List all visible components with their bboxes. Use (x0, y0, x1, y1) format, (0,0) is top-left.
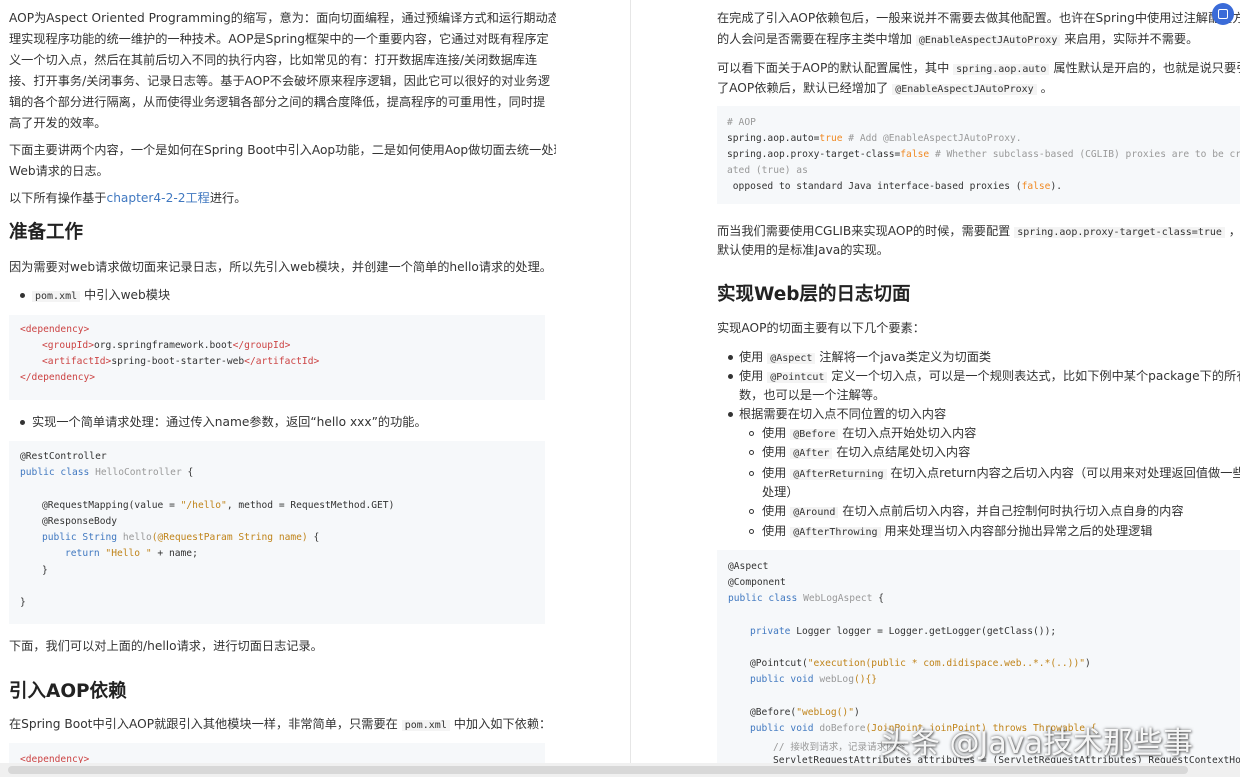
bullet-dot (728, 355, 733, 360)
sub-bullet-afterreturning-line2: 处理） (762, 485, 799, 499)
inline-code: @After (790, 448, 833, 459)
bullet-hello: 实现一个简单请求处理：通过传入name参数，返回“hello xxx”的功能。 (32, 415, 427, 429)
right-para2-line2: 了AOP依赖后，默认已经增加了 @EnableAspectJAutoProxy … (717, 81, 1053, 95)
heading-prepare: 准备工作 (9, 222, 84, 243)
intro-line-5: 辑的各个部分进行隔离，从而使得业务逻辑各部分之间的耦合度降低，提高程序的可重用性… (9, 95, 546, 109)
elements-intro: 实现AOP的切面主要有以下几个要素： (717, 321, 925, 335)
code-line: @Aspect (728, 561, 769, 572)
right-para2-line1: 可以看下面关于AOP的默认配置属性，其中 spring.aop.auto 属性默… (717, 61, 1240, 75)
intro-line-4: 接、打开事务/关闭事务、记录日志等。基于AOP不会破坏原来程序逻辑，因此它可以很… (9, 74, 551, 88)
inline-code: @AfterThrowing (790, 527, 881, 538)
page-divider (630, 0, 631, 763)
intro-line-1: AOP为Aspect Oriented Programming的缩写，意为：面向… (9, 11, 556, 25)
para2-line-1: 下面主要讲两个内容，一个是如何在Spring Boot中引入Aop功能，二是如何… (9, 143, 556, 157)
code-line: public class HelloController { (20, 467, 194, 478)
sub-bullet-circle (749, 529, 754, 534)
sub-bullet-circle (749, 471, 754, 476)
code-line: <dependency> (20, 324, 90, 335)
bullet-dot (728, 374, 733, 379)
dependency-code-block-2: <dependency> (9, 743, 545, 763)
right-document-page: 在完成了引入AOP依赖包后，一般来说并不需要去做其他配置。也许在Spring中使… (708, 0, 1240, 763)
left-document-page: AOP为Aspect Oriented Programming的缩写，意为：面向… (0, 0, 556, 763)
code-line: return "Hello " + name; (65, 548, 198, 559)
code-line: @Before("webLog()") (750, 707, 860, 718)
inline-code: pom.xml (32, 291, 81, 302)
code-line: </dependency> (20, 372, 96, 383)
horizontal-scrollbar[interactable] (0, 763, 1240, 777)
based-on-suffix: 进行。 (209, 191, 247, 205)
bullet-dot (728, 412, 733, 417)
sub-bullet-around: 使用 @Around 在切入点前后切入内容，并自己控制何时执行切入点自身的内容 (762, 504, 1184, 518)
inline-code: pom.xml (401, 720, 450, 731)
code-line: <groupId>org.springframework.boot</group… (42, 340, 291, 351)
intro-line-3: 义一个切入点，然后在其前后切入不同的执行内容，比如常见的有：打开数据库连接/关闭… (9, 53, 538, 67)
code-line: ated (true) as (727, 165, 808, 176)
inline-code: @EnableAspectJAutoProxy (892, 84, 1037, 95)
right-para1-line1: 在完成了引入AOP依赖包后，一般来说并不需要去做其他配置。也许在Spring中使… (717, 11, 1240, 25)
sub-bullet-circle (749, 431, 754, 436)
heading-aop: 引入AOP依赖 (9, 681, 127, 702)
inline-code: spring.aop.auto (953, 64, 1050, 75)
bullet-dot (20, 420, 25, 425)
inline-code: @AfterReturning (790, 469, 887, 480)
right-para1-line2: 的人会问是否需要在程序主类中增加 @EnableAspectJAutoProxy… (717, 32, 1199, 46)
bullet-pom: pom.xml 中引入web模块 (32, 285, 170, 307)
code-line: # AOP (727, 117, 756, 128)
code-line: @RequestMapping(value = "/hello", method… (42, 500, 395, 511)
scrollbar-thumb[interactable] (8, 766, 1188, 774)
code-line: <dependency> (20, 754, 90, 763)
code-line: @Component (728, 577, 786, 588)
bullet-positions: 根据需要在切入点不同位置的切入内容 (739, 407, 947, 421)
code-line: @RestController (20, 451, 107, 462)
code-line: public String hello(@RequestParam String… (42, 532, 320, 543)
code-line: } (20, 597, 26, 608)
sub-bullet-afterthrowing: 使用 @AfterThrowing 用来处理当切入内容部分抛出异常之后的处理逻辑 (762, 524, 1153, 538)
code-line: @Pointcut("execution(public * com.didisp… (750, 658, 1091, 669)
code-line: public class WebLogAspect { (728, 593, 884, 604)
document-icon (1218, 9, 1228, 19)
code-line: public void webLog(){} (750, 674, 878, 685)
code-line: spring.aop.auto=true # Add @EnableAspect… (727, 133, 1022, 144)
corner-floating-button[interactable] (1212, 3, 1234, 25)
code-line: private Logger logger = Logger.getLogger… (750, 626, 1057, 637)
after-hello-text: 下面，我们可以对上面的/hello请求，进行切面日志记录。 (9, 639, 323, 653)
inline-code: @Pointcut (767, 372, 828, 383)
code-line: opposed to standard Java interface-based… (727, 181, 1063, 192)
inline-code: @Before (790, 429, 839, 440)
para2-line-2: Web请求的日志。 (9, 164, 109, 178)
inline-code: @Around (790, 507, 839, 518)
hello-controller-code-block: @RestController public class HelloContro… (9, 441, 545, 624)
inline-code: spring.aop.proxy-target-class=true (1014, 227, 1225, 238)
heading-weblog: 实现Web层的日志切面 (717, 284, 911, 305)
dependency-code-block: <dependency> <groupId>org.springframewor… (9, 315, 545, 400)
bullet-text: 中引入web模块 (84, 288, 171, 302)
based-on-line: 以下所有操作基于chapter4-2-2工程进行。 (9, 188, 246, 209)
chapter-link[interactable]: chapter4-2-2工程 (107, 191, 210, 205)
aop-properties-code-block: # AOP spring.aop.auto=true # Add @Enable… (717, 106, 1240, 204)
right-para3-line2: 默认使用的是标准Java的实现。 (717, 243, 889, 257)
code-line: spring.aop.proxy-target-class=false # Wh… (727, 149, 1240, 160)
sub-bullet-circle (749, 450, 754, 455)
prepare-text: 因为需要对web请求做切面来记录日志，所以先引入web模块，并创建一个简单的he… (9, 260, 552, 274)
intro-line-2: 理实现程序功能的统一维护的一种技术。AOP是Spring框架中的一个重要内容，它… (9, 32, 549, 46)
sub-bullet-circle (749, 509, 754, 514)
bullet-pointcut-line2: 数，也可以是一个注解等。 (739, 388, 886, 402)
inline-code: @Aspect (767, 353, 816, 364)
sub-bullet-after: 使用 @After 在切入点结尾处切入内容 (762, 445, 971, 459)
bullet-dot (20, 293, 25, 298)
sub-bullet-afterreturning: 使用 @AfterReturning 在切入点return内容之后切入内容（可以… (762, 466, 1240, 480)
aop-intro: 在Spring Boot中引入AOP就跟引入其他模块一样，非常简单，只需要在 p… (9, 717, 552, 731)
inline-code: @EnableAspectJAutoProxy (915, 35, 1061, 46)
intro-line-6: 高了开发的效率。 (9, 116, 107, 130)
based-on-prefix: 以下所有操作基于 (9, 191, 107, 205)
watermark-text: 头条 @Java技术那些事 (880, 726, 1193, 761)
code-line: @ResponseBody (42, 516, 118, 527)
code-line: <artifactId>spring-boot-starter-web</art… (42, 356, 320, 367)
code-line: } (42, 565, 48, 576)
